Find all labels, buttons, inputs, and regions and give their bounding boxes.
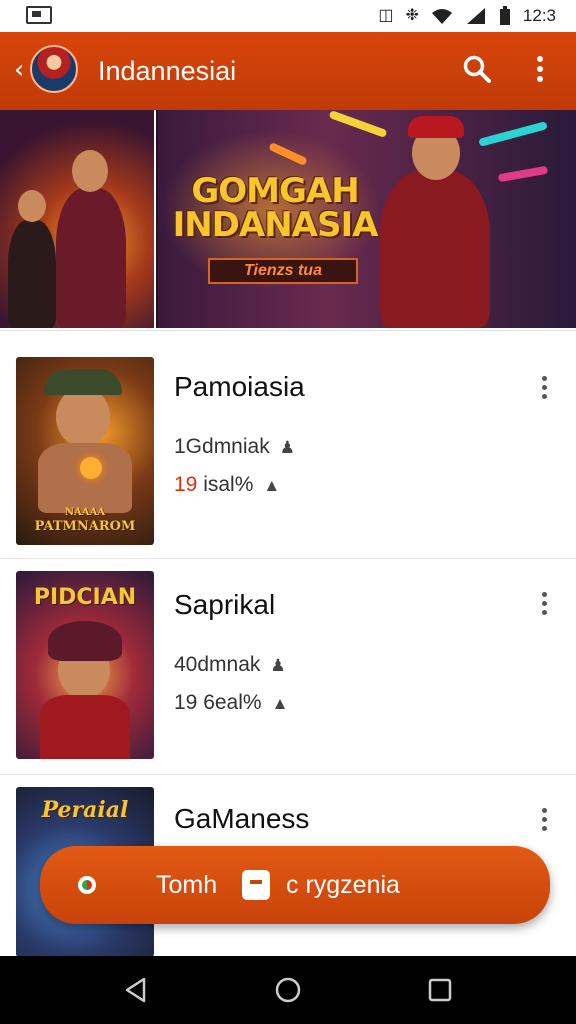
- item-meta-2: 19 isal% ▲: [174, 473, 280, 498]
- thumb-label: PIDCIAN: [33, 585, 137, 610]
- hero-figure: [40, 695, 130, 759]
- item-meta-1: 1Gdmniak ♟: [174, 435, 295, 460]
- item-meta-1: 40dmnak ♟: [174, 653, 286, 678]
- bookmark-icon: [242, 870, 270, 900]
- hero-figure: [38, 443, 132, 513]
- hair-icon: [48, 621, 122, 661]
- thumb-label: Peraial: [41, 797, 129, 823]
- helmet-icon: [44, 369, 122, 395]
- fire-icon: [80, 457, 102, 479]
- notification-icon: [26, 6, 52, 24]
- list-item[interactable]: PIDCIAN Saprikal 40dmnak ♟ 19 6eal% ▲: [0, 558, 576, 776]
- signal-icon: [466, 8, 485, 24]
- avatar[interactable]: [30, 45, 78, 93]
- item-title: Saprikal: [174, 589, 276, 620]
- fab-right-label[interactable]: c rygzenia: [286, 870, 400, 900]
- banner-side-art: [0, 110, 156, 328]
- item-title: GaManess: [174, 803, 310, 834]
- thumb-label: PATMNAROM: [34, 519, 136, 534]
- search-icon[interactable]: [462, 54, 492, 84]
- neon-strip: [497, 165, 549, 183]
- item-rating-text: isal%: [203, 473, 254, 496]
- wifi-icon: [431, 9, 452, 24]
- banner-subtitle: Tienzs tua: [208, 258, 358, 284]
- system-nav-bar: [0, 956, 576, 1024]
- nav-recents-icon[interactable]: [426, 976, 454, 1004]
- user-icon: ♟: [279, 438, 295, 457]
- more-vertical-icon[interactable]: [536, 591, 554, 617]
- app-bar: ‹ Indannesiai: [0, 32, 576, 110]
- battery-icon: [499, 6, 510, 25]
- status-icons: ◫ ❉ 12:3: [378, 4, 556, 28]
- item-title: Pamoiasia: [174, 371, 305, 402]
- banner-title-line1: GOMGAH: [191, 171, 359, 211]
- hero-figure: [8, 220, 56, 328]
- page-title: Indannesiai: [98, 56, 237, 86]
- nav-home-icon[interactable]: [274, 976, 302, 1004]
- hero-head: [56, 387, 110, 447]
- more-vertical-icon[interactable]: [536, 375, 554, 401]
- item-downloads: 40dmnak: [174, 653, 261, 676]
- banner-title-line2: INDANASIA: [172, 205, 379, 245]
- featured-banner[interactable]: GOMGAH INDANASIA Tienzs tua: [0, 110, 576, 328]
- item-thumbnail: PIDCIAN: [16, 571, 154, 759]
- item-downloads: 1Gdmniak: [174, 435, 270, 458]
- neon-strip: [478, 121, 548, 147]
- item-rating-number: 19: [174, 473, 198, 496]
- item-meta-2: 19 6eal% ▲: [174, 691, 288, 716]
- alarm-icon: ❉: [405, 7, 419, 24]
- item-rating-number: 19: [174, 691, 198, 714]
- list-item[interactable]: NAAAA PATMNAROM Pamoiasia 1Gdmniak ♟ 19 i…: [0, 330, 576, 548]
- more-vertical-icon[interactable]: [536, 807, 554, 833]
- cap-icon: [408, 116, 464, 138]
- hero-head: [18, 190, 46, 222]
- status-time: 12:3: [522, 6, 556, 25]
- item-thumbnail: NAAAA PATMNAROM: [16, 357, 154, 545]
- chevron-left-icon[interactable]: ‹: [14, 57, 24, 83]
- more-vertical-icon[interactable]: [530, 54, 550, 84]
- banner-title: GOMGAH INDANASIA: [170, 174, 380, 242]
- fab-left-label[interactable]: Tomh: [156, 870, 217, 900]
- vibrate-icon: ◫: [378, 7, 394, 24]
- floating-action-bar[interactable]: Tomh c rygzenia: [40, 846, 550, 924]
- hero-figure: [56, 188, 126, 328]
- thumbs-up-icon: ▲: [271, 694, 289, 713]
- hero-figure: [380, 170, 490, 328]
- user-icon: ♟: [270, 656, 286, 675]
- item-rating-text: 6eal%: [203, 691, 262, 714]
- thumb-top-label: NAAAA: [64, 507, 106, 518]
- hero-head: [72, 150, 108, 192]
- thumbs-up-icon: ▲: [263, 476, 281, 495]
- nav-back-icon[interactable]: [122, 976, 150, 1004]
- status-bar: ◫ ❉ 12:3: [0, 0, 576, 32]
- record-icon: [78, 876, 96, 894]
